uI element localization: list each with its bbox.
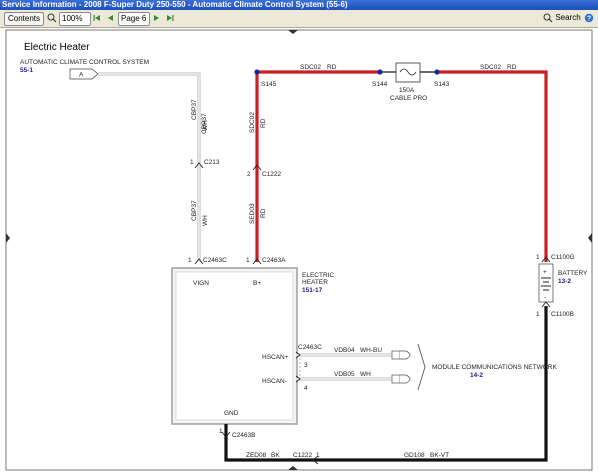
connector-a-tag [69,68,99,80]
page-frame [5,29,593,471]
zoom-select[interactable]: 100% [59,12,91,26]
splice-s145-icon [254,69,260,75]
first-page-icon[interactable] [92,13,102,23]
connector-a-label: A [79,72,84,79]
sdc02-vertical-name: SDC02 [249,112,256,133]
heater-pin-bplus: B+ [253,280,261,287]
vdb04-name: VDB04 [334,347,355,354]
heater-name-line2: HEATER [302,279,328,286]
heater-name-line1: ELECTRIC [302,272,334,279]
splice-s143-icon [434,69,440,75]
sdc02-vertical-color: RD [260,118,267,128]
splice-s145-label: S145 [261,81,277,88]
window-title: Service Information - 2008 F-Super Duty … [2,0,348,9]
gd108-name: GD108 [404,452,425,459]
gd108-color: BK-VT [430,452,449,459]
zed08-color: BK [271,452,280,459]
vdb05-plug-icon [391,374,411,384]
heater-ref: 151-17 [302,287,323,294]
c1222-ground-label: C1222 [293,452,313,459]
c2463c-can-label: C2463C [298,344,322,351]
electric-heater-inner [175,271,294,421]
c1100b-label: C1100B [551,311,574,318]
heater-pin-hscan-plus: HSCAN+ [262,354,289,361]
sdc02-top2-color: RD [507,64,517,71]
module-network-name: MODULE COMMUNICATIONS NETWORK [432,364,557,371]
battery-ref: 13-2 [558,278,571,285]
sdc02-top2-name: SDC02 [480,64,501,71]
contents-button[interactable]: Contents [4,12,44,26]
c1100g-label: C1100G [551,254,575,261]
c1222-ground-pin: 1 [316,452,320,459]
cbp37-bottom-name: CBP37 [191,200,198,221]
sed03-color: RD [260,208,267,218]
splice-s144-icon [377,69,383,75]
previous-page-icon[interactable] [105,13,115,23]
search-button[interactable]: Search [555,12,581,24]
c2463c-vign-label: C2463C [203,257,227,264]
last-page-icon[interactable] [165,13,175,23]
c2463c-can-pin4: 4 [304,385,308,392]
page-select[interactable]: Page 6 [118,12,150,26]
vdb04-color: WH-BU [360,347,382,354]
sed03-name: SED03 [249,203,256,224]
c2463b-pin: 1 [219,428,223,435]
c1100g-pin: 1 [536,254,540,261]
battery-plus: + [543,269,547,276]
sdc02-top1-name: SDC02 [300,64,321,71]
vdb05-name: VDB05 [334,371,355,378]
wiring-diagram: Electric Heater AUTOMATIC CLIMATE CONTRO… [5,29,593,471]
battery-name: BATTERY [558,270,588,277]
zed08-name: ZED08 [246,452,267,459]
fuse-type: CABLE PRO [390,95,427,102]
cbp37-bottom-color: WH [202,215,209,226]
module-network-ref: 14-2 [470,372,483,379]
vdb04-plug-icon [391,350,411,360]
svg-text:?: ? [587,16,591,23]
search-icon [543,13,553,23]
c1100b-pin: 1 [536,311,540,318]
heater-pin-gnd: GND [224,410,239,417]
vdb05-color: WH [360,371,371,378]
cbp37-top-color-label: WH [202,120,209,131]
fuse-rating: 150A [399,87,415,94]
window-title-bar: Service Information - 2008 F-Super Duty … [0,0,598,10]
toolbar: Contents 100% Page 6 Search ? [0,10,598,28]
help-icon[interactable]: ? [584,13,594,23]
c2463b-label: C2463B [232,432,256,439]
splice-s143-label: S143 [434,81,450,88]
c213-label: C213 [204,159,220,166]
splice-s144-label: S144 [372,81,388,88]
zoom-in-icon[interactable] [47,13,57,23]
c2463a-pin: 1 [246,257,250,264]
next-page-icon[interactable] [152,13,162,23]
c1222-label: C1222 [262,171,282,178]
sdc02-top1-color: RD [327,64,337,71]
acc-system-name: AUTOMATIC CLIMATE CONTROL SYSTEM [20,59,149,66]
c213-pin: 1 [190,159,194,166]
diagram-title: Electric Heater [24,42,90,53]
c2463c-can-pin3: 3 [304,362,308,369]
battery-minus: - [544,294,546,301]
heater-pin-hscan-minus: HSCAN- [262,378,287,385]
c2463c-vign-pin: 1 [188,257,192,264]
heater-pin-vign: VIGN [193,280,209,287]
c2463a-label: C2463A [262,257,286,264]
c1222-pin: 2 [247,171,251,178]
acc-system-ref: 55-1 [20,67,33,74]
cbp37-top-name: CBP37 [191,99,198,120]
